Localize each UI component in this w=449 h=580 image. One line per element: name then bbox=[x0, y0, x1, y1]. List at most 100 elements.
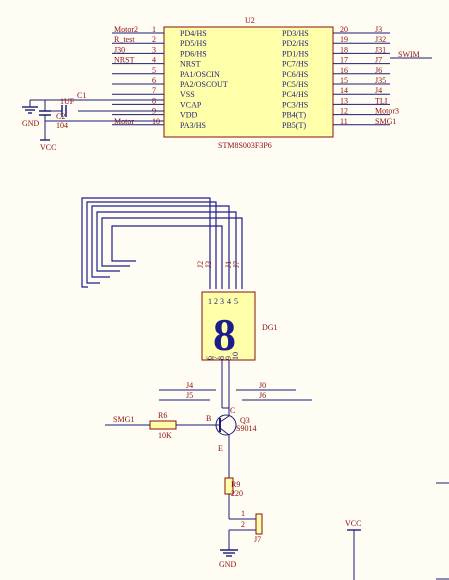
dg1-top-pin: 1 bbox=[208, 297, 212, 306]
u2-pin-name: VSS bbox=[180, 90, 195, 99]
dg1-top-net: J7 bbox=[232, 261, 241, 268]
u2-pin-num: 14 bbox=[340, 86, 348, 95]
u2-pin-name: PD6/HS bbox=[180, 49, 207, 58]
u2-net-label: J3 bbox=[375, 25, 382, 34]
u2-ref: U2 bbox=[245, 16, 255, 25]
r9-ref: R9 bbox=[231, 480, 240, 489]
u2-pin-name: PC5/HS bbox=[282, 80, 308, 89]
u2-pin-name: PC3/HS bbox=[282, 100, 308, 109]
u2-net-label: J31 bbox=[375, 45, 386, 54]
u2-net-label: J7 bbox=[375, 56, 382, 65]
dg1-display[interactable]: 8 DG1 12345 678910 bbox=[201, 291, 278, 361]
r6-resistor[interactable]: SMG1 R6 10K bbox=[105, 411, 220, 440]
u2-pin-name: PA2/OSCOUT bbox=[180, 80, 228, 89]
q3-part: S9014 bbox=[236, 424, 256, 433]
u2-net-label: NRST bbox=[114, 56, 135, 65]
vcc-label: VCC bbox=[40, 143, 56, 152]
q3-transistor[interactable]: Q3 S9014 B C E bbox=[206, 406, 256, 453]
u2-net-label: J35 bbox=[375, 76, 386, 85]
vcc2-label: VCC bbox=[345, 519, 361, 528]
u2-chip[interactable]: U2 STM8S003F3P6 1 PD4/HS Motor2 2 PD5/HS R_te… bbox=[112, 16, 399, 150]
u2-net-label: R_test bbox=[114, 35, 135, 44]
u2-pin-name: PC4/HS bbox=[282, 90, 308, 99]
c2-ref: C2 bbox=[56, 112, 65, 121]
u2-pin-name: PC7/HS bbox=[282, 60, 308, 69]
r6-ref: R6 bbox=[158, 411, 167, 420]
u2-pin-name: PC6/HS bbox=[282, 70, 308, 79]
r9-value: 220 bbox=[231, 489, 243, 498]
j7-gnd: GND bbox=[219, 560, 237, 569]
gnd-label: GND bbox=[22, 119, 40, 128]
dg1-bus-wires bbox=[81, 197, 243, 289]
dg1-top-net: J3 bbox=[204, 261, 213, 268]
net-j0: J0 bbox=[259, 381, 266, 390]
u2-pin-num: 5 bbox=[152, 66, 156, 75]
u2-pin-num: 19 bbox=[340, 35, 348, 44]
u2-pin-num: 13 bbox=[340, 96, 348, 105]
u2-pin-name: PB4(T) bbox=[282, 111, 306, 120]
u2-pin-name: PD2/HS bbox=[282, 39, 309, 48]
u2-pin-num: 8 bbox=[152, 96, 156, 105]
u2-net-label: J32 bbox=[375, 35, 386, 44]
j7-ref: J7 bbox=[254, 535, 261, 544]
u2-pin-num: 16 bbox=[340, 66, 348, 75]
u2-pin-name: PD1/HS bbox=[282, 49, 309, 58]
q3-b: B bbox=[206, 414, 211, 423]
u2-pin-name: VCAP bbox=[180, 100, 202, 109]
u2-pin-num: 3 bbox=[152, 45, 156, 54]
j7-connector[interactable]: 1 2 J7 GND bbox=[219, 509, 263, 569]
u2-pin-name: NRST bbox=[180, 60, 201, 69]
u2-net-label: J30 bbox=[114, 45, 125, 54]
u2-pin-num: 17 bbox=[340, 56, 348, 65]
c1-ref: C1 bbox=[77, 91, 86, 100]
u2-pin-name: PA1/OSCIN bbox=[180, 70, 220, 79]
u2-pin-name: PD5/HS bbox=[180, 39, 207, 48]
u2-pin-name: PA3/HS bbox=[180, 121, 206, 130]
u2-pin-num: 12 bbox=[340, 107, 348, 116]
net-j6: J6 bbox=[259, 391, 266, 400]
u2-pin-num: 11 bbox=[340, 117, 348, 126]
u2-pin-name: PD4/HS bbox=[180, 29, 207, 38]
u2-pin-name: PD3/HS bbox=[282, 29, 309, 38]
j7-pin1: 1 bbox=[241, 509, 245, 518]
dg1-bottom-nets: J4 J5 J0 J6 bbox=[159, 360, 312, 416]
u2-pin-num: 7 bbox=[152, 86, 156, 95]
u2-net-label: TLI bbox=[375, 96, 388, 105]
u2-pin-name: VDD bbox=[180, 111, 198, 120]
net-j5: J5 bbox=[186, 391, 193, 400]
u2-net-label: Motor3 bbox=[375, 107, 399, 116]
vcc-port-right: VCC bbox=[345, 519, 361, 580]
j7-body bbox=[255, 513, 263, 535]
u2-pin-num: 15 bbox=[340, 76, 348, 85]
u2-net-label: J6 bbox=[375, 66, 382, 75]
u2-pin-num: 1 bbox=[152, 25, 156, 34]
q3-e: E bbox=[218, 444, 223, 453]
decoupling-caps: 1UF C1 C2 104 GND VCC bbox=[22, 91, 164, 152]
q3-collector bbox=[219, 415, 230, 423]
dg1-top-pin: 5 bbox=[234, 297, 238, 306]
u2-right-pins: 20 PD3/HS J3 19 PD2/HS J32 18 PD1/HS J31 17 PC7/HS… bbox=[282, 25, 399, 130]
c2-value: 104 bbox=[56, 121, 68, 130]
u2-part: STM8S003F3P6 bbox=[218, 141, 272, 150]
u2-net-label: J4 bbox=[375, 86, 382, 95]
dg1-ref: DG1 bbox=[262, 323, 278, 332]
u2-pin-num: 18 bbox=[340, 45, 348, 54]
r6-body bbox=[149, 420, 177, 430]
q3-c: C bbox=[230, 406, 235, 415]
u2-pin-num: 6 bbox=[152, 76, 156, 85]
u2-pin-num: 4 bbox=[152, 56, 156, 65]
j7-pin2: 2 bbox=[241, 520, 245, 529]
u2-net-label: SMG1 bbox=[375, 117, 396, 126]
net-j4: J4 bbox=[186, 381, 193, 390]
dg1-top-pin: 3 bbox=[220, 297, 224, 306]
dg1-top-pin: 4 bbox=[227, 297, 231, 306]
u2-pin-num: 20 bbox=[340, 25, 348, 34]
u2-pin-name: PB5(T) bbox=[282, 121, 306, 130]
schematic-canvas: U2 STM8S003F3P6 1 PD4/HS Motor2 2 PD5/HS R_te… bbox=[22, 16, 449, 580]
r6-value: 10K bbox=[158, 431, 172, 440]
dg1-top-net-labels: J2 J3 J1 J7 bbox=[196, 261, 241, 268]
u2-net-label: Motor2 bbox=[114, 25, 138, 34]
r6-net: SMG1 bbox=[113, 415, 134, 424]
dg1-top-pin: 2 bbox=[214, 297, 218, 306]
u2-pin-num: 2 bbox=[152, 35, 156, 44]
